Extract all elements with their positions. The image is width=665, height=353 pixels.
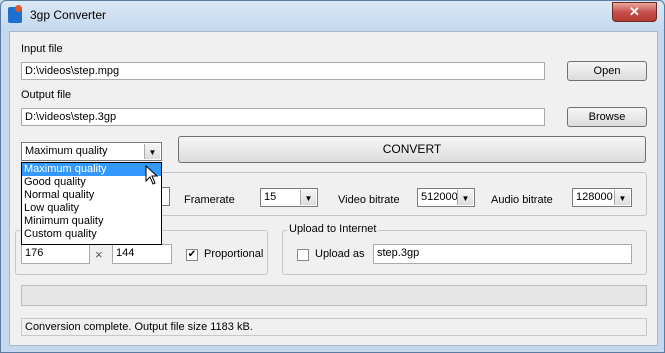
quality-option[interactable]: Good quality [22, 176, 161, 189]
times-icon: × [95, 247, 103, 262]
window-title: 3gp Converter [30, 8, 107, 22]
quality-dropdown-list: Maximum quality Good quality Normal qual… [21, 162, 162, 245]
upload-as-label: Upload as [315, 248, 365, 260]
chevron-down-icon[interactable]: ▼ [144, 144, 160, 159]
video-bitrate-label: Video bitrate [338, 194, 400, 206]
audio-bitrate-label: Audio bitrate [491, 194, 553, 206]
title-bar[interactable]: 3gp Converter ✕ [1, 1, 664, 31]
progress-bar [21, 285, 647, 306]
browse-button[interactable]: Browse [567, 107, 647, 127]
upload-filename-field[interactable]: step.3gp [373, 244, 632, 264]
input-file-field[interactable]: D:\videos\step.mpg [21, 62, 545, 80]
input-file-label: Input file [21, 43, 63, 55]
framerate-value: 15 [264, 191, 277, 203]
mouse-cursor-icon [145, 165, 159, 185]
open-button[interactable]: Open [567, 61, 647, 81]
chevron-down-icon[interactable]: ▼ [300, 190, 316, 205]
app-window: 3gp Converter ✕ Input file D:\videos\ste… [0, 0, 665, 353]
quality-select[interactable]: Maximum quality ▼ [21, 142, 162, 161]
chevron-down-icon[interactable]: ▼ [614, 190, 630, 205]
chevron-down-icon[interactable]: ▼ [457, 190, 473, 205]
quality-option[interactable]: Maximum quality [22, 163, 161, 176]
video-bitrate-select[interactable]: 512000 ▼ [417, 188, 475, 207]
quality-option[interactable]: Custom quality [22, 228, 161, 241]
upload-as-checkbox[interactable] [297, 249, 309, 261]
height-field[interactable]: 144 [112, 244, 172, 264]
video-bitrate-value: 512000 [421, 191, 458, 203]
framerate-label: Framerate [184, 194, 235, 206]
convert-button[interactable]: CONVERT [178, 136, 646, 163]
width-field[interactable]: 176 [21, 244, 90, 264]
proportional-label: Proportional [204, 248, 264, 260]
quality-option[interactable]: Normal quality [22, 189, 161, 202]
proportional-checkbox[interactable]: ✔ [186, 249, 198, 261]
quality-option[interactable]: Minimum quality [22, 215, 161, 228]
close-button[interactable]: ✕ [612, 2, 657, 22]
app-icon [8, 5, 22, 23]
framerate-select[interactable]: 15 ▼ [260, 188, 318, 207]
status-bar: Conversion complete. Output file size 11… [21, 318, 647, 336]
client-area: Input file D:\videos\step.mpg Open Outpu… [9, 31, 658, 346]
output-file-field[interactable]: D:\videos\step.3gp [21, 108, 545, 126]
output-file-label: Output file [21, 89, 72, 101]
upload-group-label: Upload to Internet [287, 223, 379, 235]
quality-selected-value: Maximum quality [25, 145, 108, 157]
audio-bitrate-value: 128000 [576, 191, 613, 203]
quality-option[interactable]: Low quality [22, 202, 161, 215]
audio-bitrate-select[interactable]: 128000 ▼ [572, 188, 632, 207]
